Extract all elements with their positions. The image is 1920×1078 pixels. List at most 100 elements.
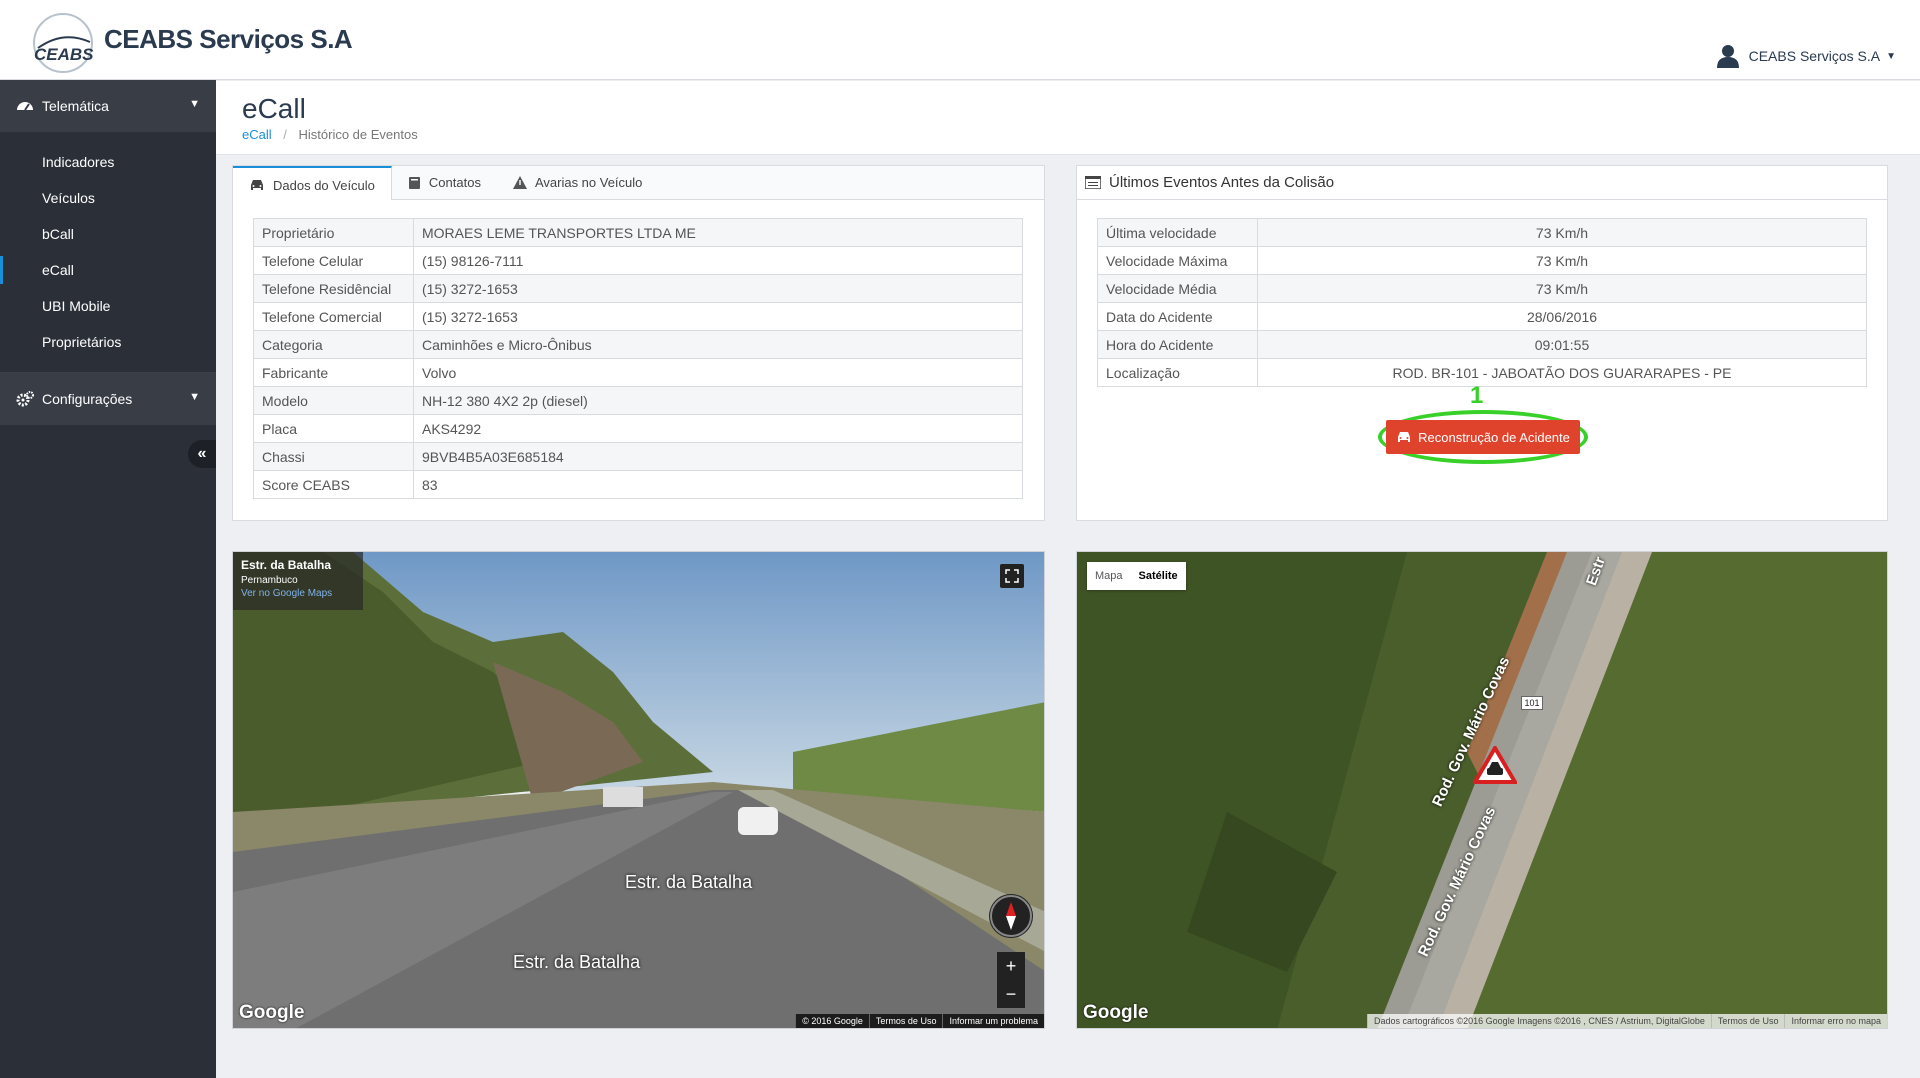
- table-row: Chassi 9BVB4B5A03E685184: [253, 442, 1023, 471]
- vehicle-data-table: Proprietário MORAES LEME TRANSPORTES LTDA…: [253, 218, 1023, 499]
- car-icon: [1398, 431, 1411, 442]
- sidebar-group-telematica[interactable]: Telemática ▼: [0, 80, 216, 132]
- step-number-annotation: 1: [1470, 382, 1484, 409]
- breadcrumb: eCall / Histórico de Eventos: [242, 127, 418, 142]
- accident-marker-icon[interactable]: [1473, 746, 1517, 784]
- panel-header: Últimos Eventos Antes da Colisão: [1077, 166, 1887, 200]
- table-row: Data do Acidente 28/06/2016: [1097, 302, 1867, 331]
- expand-icon: [1005, 569, 1019, 583]
- dashboard-icon: [17, 102, 33, 111]
- google-watermark: Google: [1083, 1002, 1149, 1023]
- top-header: CEABS CEABS Serviços S.A CEABS Serviços …: [0, 0, 1920, 80]
- row-label: Score CEABS: [253, 470, 414, 499]
- map-attribution: © 2016 Google Termos de Uso Informar um …: [795, 1014, 1044, 1028]
- map-type-satelite[interactable]: Satélite: [1131, 562, 1186, 590]
- row-label: Hora do Acidente: [1097, 330, 1258, 359]
- table-row: Telefone Celular (15) 98126-7111: [253, 246, 1023, 275]
- vehicle-tabs: Dados do Veículo Contatos Avarias no Veí…: [233, 166, 1044, 200]
- tab-avarias-no-veiculo[interactable]: Avarias no Veículo: [497, 166, 658, 199]
- attribution-copyright: Dados cartográficos ©2016 Google Imagens…: [1366, 1014, 1711, 1028]
- user-menu[interactable]: CEABS Serviços S.A ▼: [1716, 44, 1896, 68]
- row-label: Fabricante: [253, 358, 414, 387]
- table-row: Fabricante Volvo: [253, 358, 1023, 387]
- sidebar-item-ecall[interactable]: eCall: [0, 252, 216, 288]
- tab-contatos[interactable]: Contatos: [392, 166, 497, 199]
- accident-reconstruction-button[interactable]: Reconstrução de Acidente: [1386, 420, 1580, 454]
- sidebar-group-label: Telemática: [42, 98, 109, 114]
- sidebar-item-veiculos[interactable]: Veículos: [0, 180, 216, 216]
- report-problem-link[interactable]: Informar um problema: [942, 1014, 1044, 1028]
- row-value: Caminhões e Micro-Ônibus: [413, 330, 1023, 359]
- vehicle-data-panel: Dados do Veículo Contatos Avarias no Veí…: [232, 165, 1045, 521]
- satellite-map-image: [1077, 552, 1887, 1028]
- row-value: (15) 3272-1653: [413, 302, 1023, 331]
- map-attribution: Dados cartográficos ©2016 Google Imagens…: [1366, 1014, 1887, 1028]
- sidebar-collapse-button[interactable]: «: [188, 440, 216, 468]
- row-value: 73 Km/h: [1257, 218, 1867, 247]
- breadcrumb-current: Histórico de Eventos: [298, 127, 418, 142]
- car-icon: [251, 180, 263, 190]
- zoom-in-button[interactable]: +: [997, 952, 1025, 980]
- row-label: Localização: [1097, 358, 1258, 387]
- place-title: Estr. da Batalha: [241, 558, 332, 572]
- double-chevron-left-icon: «: [197, 445, 207, 462]
- sidebar-item-bcall[interactable]: bCall: [0, 216, 216, 252]
- row-label: Telefone Comercial: [253, 302, 414, 331]
- table-row: Velocidade Média 73 Km/h: [1097, 274, 1867, 303]
- user-icon: [1716, 45, 1739, 68]
- row-value: (15) 98126-7111: [413, 246, 1023, 275]
- table-row: Proprietário MORAES LEME TRANSPORTES LTDA…: [253, 218, 1023, 247]
- row-label: Telefone Residêncial: [253, 274, 414, 303]
- map-type-toggle: Mapa Satélite: [1087, 562, 1186, 590]
- attribution-copyright: © 2016 Google: [795, 1014, 869, 1028]
- street-view-place-card: Estr. da Batalha Pernambuco Ver no Googl…: [233, 552, 363, 610]
- ceabs-logo-icon[interactable]: CEABS: [28, 12, 98, 74]
- view-on-maps-link[interactable]: Ver no Google Maps: [241, 588, 355, 599]
- table-row: Velocidade Máxima 73 Km/h: [1097, 246, 1867, 275]
- street-view-panel[interactable]: Estr. da Batalha Pernambuco Ver no Googl…: [232, 551, 1045, 1029]
- sidebar-item-indicadores[interactable]: Indicadores: [0, 144, 216, 180]
- page-title: eCall: [242, 93, 306, 124]
- terms-link[interactable]: Termos de Uso: [868, 1014, 943, 1028]
- caret-down-icon: ▼: [1886, 50, 1896, 62]
- place-region: Pernambuco: [241, 575, 298, 586]
- row-value: 73 Km/h: [1257, 246, 1867, 275]
- street-label: Estr. da Batalha: [625, 872, 753, 892]
- last-events-panel: Últimos Eventos Antes da Colisão Última …: [1076, 165, 1888, 521]
- sidebar-items: Indicadores Veículos bCall eCall UBI Mob…: [0, 132, 216, 373]
- row-label: Placa: [253, 414, 414, 443]
- row-value: 83: [413, 470, 1023, 499]
- tab-dados-do-veiculo[interactable]: Dados do Veículo: [233, 166, 392, 200]
- tab-label: Avarias no Veículo: [534, 175, 643, 190]
- row-value: Volvo: [413, 358, 1023, 387]
- compass-icon[interactable]: [989, 894, 1033, 938]
- table-row: Score CEABS 83: [253, 470, 1023, 499]
- tab-label: Contatos: [428, 175, 481, 190]
- zoom-out-button[interactable]: −: [997, 980, 1025, 1008]
- table-row: Telefone Comercial (15) 3272-1653: [253, 302, 1023, 331]
- sidebar-item-ubi-mobile[interactable]: UBI Mobile: [0, 288, 216, 324]
- breadcrumb-separator: /: [283, 127, 287, 142]
- sidebar-group-label: Configurações: [42, 391, 133, 407]
- row-value: (15) 3272-1653: [413, 274, 1023, 303]
- row-value: 09:01:55: [1257, 330, 1867, 359]
- events-table: Última velocidade 73 Km/h Velocidade Máxi…: [1097, 218, 1867, 387]
- table-row: Última velocidade 73 Km/h: [1097, 218, 1867, 247]
- sidebar-item-proprietarios[interactable]: Proprietários: [0, 324, 216, 360]
- caret-down-icon: ▼: [189, 391, 200, 403]
- map-type-mapa[interactable]: Mapa: [1087, 562, 1131, 590]
- list-icon: [1085, 176, 1101, 189]
- page-header: eCall eCall / Histórico de Eventos: [216, 81, 1920, 155]
- user-menu-label: CEABS Serviços S.A: [1748, 48, 1881, 64]
- report-error-link[interactable]: Informar erro no mapa: [1784, 1014, 1887, 1028]
- row-value: 73 Km/h: [1257, 274, 1867, 303]
- svg-text:CEABS: CEABS: [34, 45, 94, 64]
- terms-link[interactable]: Termos de Uso: [1710, 1014, 1785, 1028]
- fullscreen-button[interactable]: [1000, 564, 1024, 588]
- breadcrumb-link-ecall[interactable]: eCall: [242, 127, 272, 142]
- sidebar-group-configuracoes[interactable]: Configurações ▼: [0, 373, 216, 425]
- satellite-map-panel[interactable]: Mapa Satélite Rod. Gov. Mário Covas Rod.…: [1076, 551, 1888, 1029]
- row-label: Última velocidade: [1097, 218, 1258, 247]
- row-value: MORAES LEME TRANSPORTES LTDA ME: [413, 218, 1023, 247]
- table-row: Categoria Caminhões e Micro-Ônibus: [253, 330, 1023, 359]
